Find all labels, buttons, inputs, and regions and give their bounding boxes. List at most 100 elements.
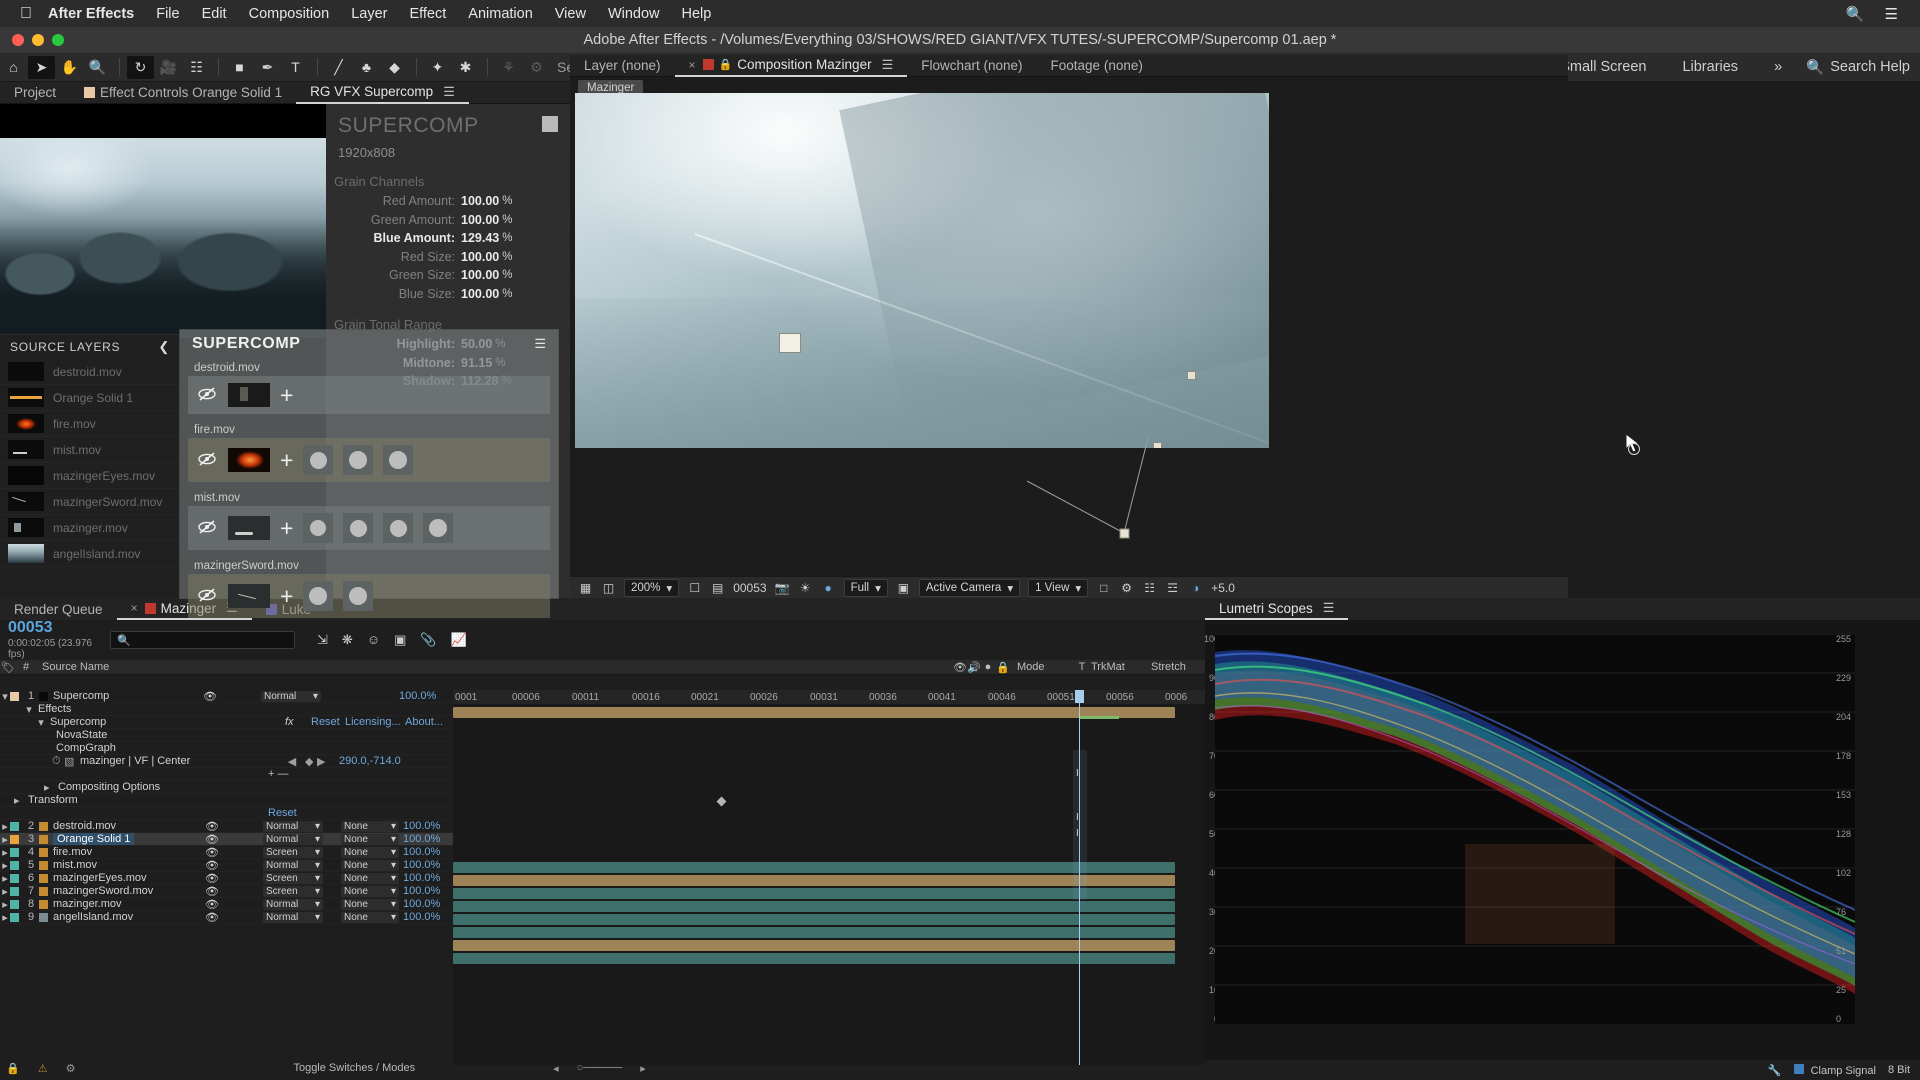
transform-reset-link[interactable]: Reset bbox=[268, 807, 297, 819]
table-row[interactable]: ▸ 6 mazingerEyes.mov 👁 Screen ▾ None ▾ 100… bbox=[0, 872, 453, 885]
video-toggle-icon[interactable]: 👁 bbox=[205, 859, 219, 872]
tab-rg-vfx-supercomp[interactable]: RG VFX Supercomp ☰ bbox=[296, 82, 469, 104]
trkmat-select[interactable]: None ▾ bbox=[341, 859, 399, 871]
layer-name-cell[interactable]: Supercomp bbox=[39, 690, 203, 702]
layer-name-cell[interactable]: Orange Solid 1 bbox=[39, 833, 205, 845]
video-toggle-icon[interactable]: 👁 bbox=[205, 898, 219, 911]
add-effect-button[interactable]: + bbox=[280, 584, 293, 608]
menu-animation[interactable]: Animation bbox=[468, 6, 532, 22]
search-input[interactable]: 🔍 bbox=[110, 631, 295, 649]
menu-help[interactable]: Help bbox=[682, 6, 712, 22]
layer-bar[interactable] bbox=[453, 901, 1175, 912]
close-window-button[interactable] bbox=[12, 34, 24, 46]
source-layer-item[interactable]: mist.mov bbox=[0, 437, 180, 463]
param-red-amount[interactable]: Red Amount: 100.00 % bbox=[326, 192, 570, 211]
twirl-icon[interactable]: ▾ bbox=[24, 703, 34, 716]
puppet-overlap-tool-icon[interactable]: ⚙ bbox=[523, 56, 550, 79]
effect-thumb-button[interactable] bbox=[423, 513, 454, 543]
effects-group-row[interactable]: ▾ Effects bbox=[0, 703, 453, 716]
add-keyframe-icon[interactable]: ◆ bbox=[305, 755, 317, 768]
resolution-select[interactable]: Full ▾ bbox=[843, 578, 888, 597]
frame-blending-icon[interactable]: ▣ bbox=[394, 632, 406, 648]
add-effect-button[interactable]: + bbox=[280, 516, 293, 540]
current-frame-display[interactable]: 00053 bbox=[733, 581, 766, 595]
layer-bar[interactable] bbox=[453, 927, 1175, 938]
panel-menu-icon[interactable]: ☰ bbox=[1323, 600, 1335, 616]
source-layer-item[interactable]: destroid.mov bbox=[0, 359, 180, 385]
maximize-window-button[interactable] bbox=[52, 34, 64, 46]
tab-flowchart-none[interactable]: Flowchart (none) bbox=[907, 55, 1036, 77]
menu-view[interactable]: View bbox=[555, 6, 586, 22]
layer-name-cell[interactable]: fire.mov bbox=[39, 846, 205, 858]
pen-tool-icon[interactable]: ✒ bbox=[254, 56, 281, 79]
licensing-link[interactable]: Licensing... bbox=[345, 716, 405, 728]
menu-after-effects[interactable]: After Effects bbox=[48, 6, 134, 22]
toggle-switches-modes-label[interactable]: Toggle Switches / Modes bbox=[293, 1062, 415, 1074]
hide-shy-layers-icon[interactable]: ☺ bbox=[367, 632, 380, 648]
param-value[interactable]: 100.00 bbox=[461, 213, 499, 227]
playhead-handle[interactable] bbox=[1075, 690, 1084, 703]
warning-icon[interactable]: ⚠ bbox=[38, 1062, 48, 1075]
toggle-transparency-grid-icon[interactable]: ▦ bbox=[578, 580, 593, 595]
eye-off-icon[interactable] bbox=[196, 450, 218, 470]
table-row[interactable]: ▸ 2 destroid.mov 👁 Normal ▾ None ▾ 100.0% bbox=[0, 820, 453, 833]
twirl-icon[interactable]: ▸ bbox=[0, 911, 10, 924]
param-value[interactable]: 100.00 bbox=[461, 250, 499, 264]
hand-tool-icon[interactable]: ✋ bbox=[56, 56, 83, 79]
twirl-icon[interactable]: ▸ bbox=[0, 872, 10, 885]
twirl-icon[interactable]: ▸ bbox=[14, 794, 24, 807]
trkmat-select[interactable]: None ▾ bbox=[341, 833, 399, 845]
source-layer-item[interactable]: mazingerSword.mov bbox=[0, 489, 180, 515]
workspace-overflow-icon[interactable]: » bbox=[1756, 59, 1800, 75]
video-toggle-icon[interactable]: 👁 bbox=[205, 833, 219, 846]
next-keyframe-icon[interactable]: ▶ bbox=[317, 755, 333, 768]
stretch-value[interactable]: 100.0% bbox=[399, 911, 453, 923]
mode-select[interactable]: Screen ▾ bbox=[263, 885, 323, 897]
param-value[interactable]: 100.00 bbox=[461, 268, 499, 282]
param-red-size[interactable]: Red Size: 100.00 % bbox=[326, 248, 570, 267]
trkmat-select[interactable]: None ▾ bbox=[341, 820, 399, 832]
layer-name-cell[interactable]: mazingerSword.mov bbox=[39, 885, 205, 897]
reset-link[interactable]: Reset bbox=[311, 716, 345, 728]
source-layer-item[interactable]: Orange Solid 1 bbox=[0, 385, 180, 411]
prev-keyframe-icon[interactable]: ◀ bbox=[279, 755, 305, 768]
zoom-in-icon[interactable]: ▸ bbox=[640, 1062, 646, 1075]
mode-select[interactable]: Normal ▾ bbox=[263, 911, 323, 923]
tab-project[interactable]: Project bbox=[0, 82, 70, 104]
eye-off-icon[interactable] bbox=[196, 518, 218, 538]
stretch-value[interactable]: 100.0% bbox=[399, 833, 453, 845]
layer-bar[interactable] bbox=[453, 862, 1175, 873]
effect-thumb-button[interactable] bbox=[343, 581, 374, 611]
menu-effect[interactable]: Effect bbox=[409, 6, 446, 22]
tab-effect-controls[interactable]: Effect Controls Orange Solid 1 bbox=[70, 82, 296, 104]
puppet-starch-tool-icon[interactable]: ⚘ bbox=[495, 56, 522, 79]
mode-select[interactable]: Screen ▾ bbox=[263, 872, 323, 884]
stopwatch-icon[interactable]: ⏱ bbox=[52, 755, 64, 768]
layer-thumbnail[interactable] bbox=[228, 584, 270, 608]
lumetri-waveform[interactable] bbox=[1215, 634, 1855, 1024]
effect-child-compgraph[interactable]: CompGraph bbox=[0, 742, 453, 755]
keyframe-addremove-row[interactable]: + — bbox=[0, 768, 453, 781]
puppet-pin-tool-icon[interactable]: ✱ bbox=[452, 56, 479, 79]
layer-handle[interactable] bbox=[779, 333, 801, 353]
twirl-icon[interactable]: ▾ bbox=[36, 716, 46, 729]
workspace-libraries[interactable]: Libraries bbox=[1664, 59, 1756, 75]
roto-brush-tool-icon[interactable]: ✦ bbox=[424, 56, 451, 79]
pan-behind-tool-icon[interactable]: ☷ bbox=[183, 56, 210, 79]
video-toggle-icon[interactable]: 👁 bbox=[203, 690, 217, 703]
layer-name-cell[interactable]: angelIsland.mov bbox=[39, 911, 205, 923]
video-toggle-icon[interactable]: 👁 bbox=[205, 846, 219, 859]
sliders-icon[interactable]: ☰ bbox=[534, 336, 546, 352]
bit-depth-label[interactable]: 8 Bit bbox=[1888, 1064, 1910, 1076]
motion-blur-icon[interactable]: 📎 bbox=[420, 632, 436, 648]
param-blue-amount[interactable]: Blue Amount: 129.43 % bbox=[326, 229, 570, 248]
effect-thumb-button[interactable] bbox=[303, 581, 334, 611]
about-link[interactable]: About... bbox=[405, 716, 453, 728]
source-layer-item[interactable]: mazingerEyes.mov bbox=[0, 463, 180, 489]
layer-bar[interactable] bbox=[453, 888, 1175, 899]
wrench-icon[interactable]: 🔧 bbox=[1768, 1064, 1782, 1077]
trkmat-select[interactable]: None ▾ bbox=[341, 846, 399, 858]
lock-icon[interactable]: 🔒 bbox=[6, 1062, 20, 1075]
mode-select[interactable]: Screen ▾ bbox=[263, 846, 323, 858]
video-toggle-icon[interactable]: 👁 bbox=[205, 885, 219, 898]
